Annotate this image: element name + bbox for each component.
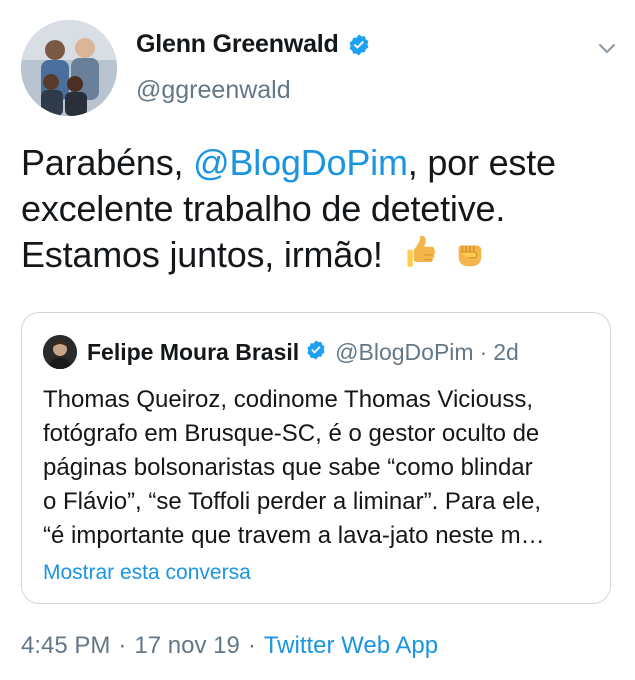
quoted-author-handle: @BlogDoPim bbox=[335, 338, 474, 365]
footer-separator: · bbox=[247, 632, 256, 659]
avatar-photo-icon bbox=[21, 20, 117, 116]
author-name[interactable]: Glenn Greenwald bbox=[136, 30, 339, 59]
quoted-verified-badge-icon bbox=[305, 339, 327, 366]
quoted-tweet-header: Felipe Moura Brasil @BlogDoPim · 2d bbox=[43, 335, 519, 369]
author-name-row: Glenn Greenwald bbox=[136, 30, 371, 59]
thumbs-up-icon bbox=[399, 233, 437, 282]
quoted-tweet[interactable]: Felipe Moura Brasil @BlogDoPim · 2d Thom… bbox=[21, 312, 611, 604]
author-avatar[interactable] bbox=[21, 20, 117, 116]
quoted-text-line: o Flávio”, “se Toffoli perder a liminar”… bbox=[43, 488, 541, 515]
quoted-tweet-text: Thomas Queiroz, codinome Thomas Viciouss… bbox=[43, 383, 593, 553]
quoted-avatar-photo-icon bbox=[43, 335, 77, 369]
footer-separator: · bbox=[118, 632, 127, 659]
mention-link[interactable]: @BlogDoPim bbox=[193, 142, 408, 183]
quoted-timestamp: 2d bbox=[493, 338, 519, 365]
tweet-text-start: Parabéns, bbox=[21, 142, 194, 183]
quoted-author-avatar bbox=[43, 335, 77, 369]
chevron-down-icon[interactable] bbox=[595, 36, 619, 60]
quoted-separator-dot: · bbox=[479, 338, 488, 365]
show-thread-link[interactable]: Mostrar esta conversa bbox=[43, 561, 251, 585]
author-handle[interactable]: @ggreenwald bbox=[136, 76, 291, 105]
quoted-text-line: “é importante que travem a lava-jato nes… bbox=[43, 522, 545, 549]
quoted-author-name: Felipe Moura Brasil bbox=[87, 338, 300, 365]
tweet-card: Glenn Greenwald @ggreenwald Parabéns, @B… bbox=[0, 0, 635, 680]
verified-badge-icon bbox=[347, 33, 371, 57]
raised-fist-icon bbox=[452, 236, 486, 282]
quoted-text-line: Thomas Queiroz, codinome Thomas Viciouss… bbox=[43, 386, 533, 413]
quoted-text-line: páginas bolsonaristas que sabe “como bli… bbox=[43, 454, 533, 481]
tweet-date[interactable]: 17 nov 19 bbox=[134, 632, 239, 659]
tweet-time[interactable]: 4:45 PM bbox=[21, 632, 110, 659]
tweet-footer: 4:45 PM · 17 nov 19 · Twitter Web App bbox=[21, 632, 438, 660]
tweet-text: Parabéns, @BlogDoPim, por este excelente… bbox=[21, 140, 611, 282]
tweet-source-link[interactable]: Twitter Web App bbox=[264, 632, 438, 659]
quoted-text-line: fotógrafo em Brusque-SC, é o gestor ocul… bbox=[43, 420, 540, 447]
